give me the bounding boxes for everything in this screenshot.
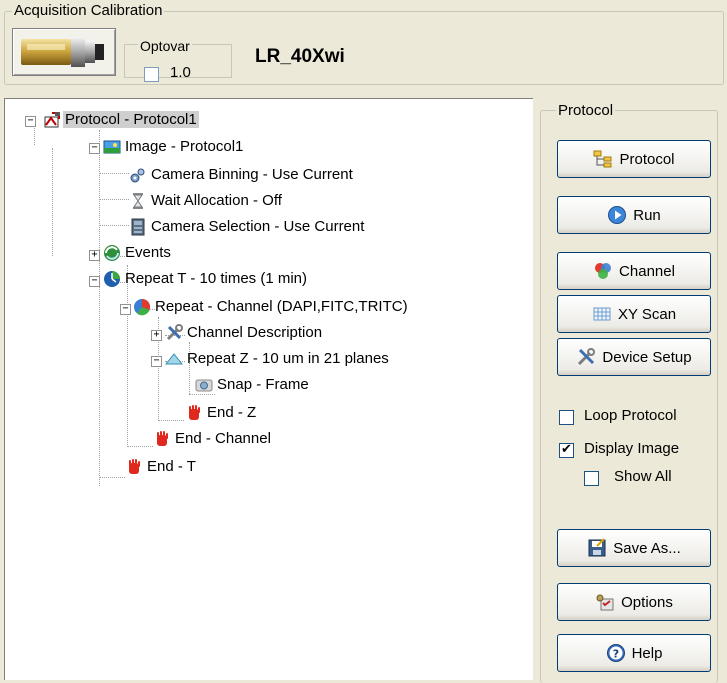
acquisition-calibration-title: Acquisition Calibration bbox=[12, 2, 165, 19]
tree-item-label: Repeat Z - 10 um in 21 planes bbox=[187, 350, 389, 367]
collapse-toggle-image[interactable]: − bbox=[89, 143, 100, 154]
collapse-toggle-repeat-channel[interactable]: − bbox=[120, 304, 131, 315]
options-button[interactable]: Options bbox=[557, 583, 711, 621]
hand-icon bbox=[129, 459, 140, 474]
protocol-icon bbox=[44, 112, 60, 128]
camera-icon bbox=[195, 379, 213, 392]
tree-item-end-z[interactable]: End - Z bbox=[185, 402, 258, 424]
grid-icon bbox=[593, 307, 611, 321]
tree-item-repeat-t[interactable]: Repeat T - 10 times (1 min) bbox=[103, 268, 309, 290]
expand-toggle-channel-description[interactable]: + bbox=[151, 330, 162, 341]
tree-item-label: Camera Selection - Use Current bbox=[151, 218, 365, 235]
tree-item-label: Image - Protocol1 bbox=[125, 138, 244, 155]
tools-icon bbox=[166, 324, 183, 341]
z-plane-icon bbox=[165, 353, 183, 365]
tree-item-snap-frame[interactable]: Snap - Frame bbox=[195, 374, 311, 396]
tree-item-label: End - Z bbox=[207, 404, 257, 421]
gears-icon bbox=[130, 168, 145, 183]
display-image-checkbox[interactable] bbox=[559, 441, 574, 458]
protocol-group-title: Protocol bbox=[556, 102, 616, 119]
device-setup-button-label: Device Setup bbox=[602, 348, 692, 366]
objective-lens-icon bbox=[21, 37, 104, 67]
play-icon bbox=[608, 206, 627, 224]
tree-item-repeat-z[interactable]: Repeat Z - 10 um in 21 planes bbox=[165, 348, 391, 370]
show-all-label: Show All bbox=[614, 468, 672, 485]
protocol-tree[interactable]: − − + − − + − Protocol - Protocol1 Image… bbox=[4, 98, 533, 680]
tree-item-label: Events bbox=[125, 244, 171, 261]
loop-protocol-checkbox[interactable] bbox=[559, 410, 574, 425]
hand-icon bbox=[157, 431, 168, 446]
collapse-toggle-repeat-t[interactable]: − bbox=[89, 276, 100, 287]
tree-item-label: Repeat T - 10 times (1 min) bbox=[125, 270, 308, 287]
hand-icon bbox=[189, 405, 200, 420]
camera-selection-icon bbox=[131, 218, 145, 236]
events-icon bbox=[104, 245, 120, 261]
tree-item-label: Protocol - Protocol1 bbox=[63, 111, 199, 128]
hourglass-icon bbox=[133, 193, 143, 209]
help-button[interactable]: ? Help bbox=[557, 634, 711, 672]
objective-button[interactable] bbox=[12, 28, 116, 76]
xy-scan-button-label: XY Scan bbox=[617, 305, 677, 323]
tree-item-label: Wait Allocation - Off bbox=[151, 192, 282, 209]
tree-item-image[interactable]: Image - Protocol1 bbox=[103, 136, 245, 158]
protocol-button[interactable]: Protocol bbox=[557, 140, 711, 178]
optovar-checkbox[interactable] bbox=[144, 67, 159, 82]
tree-item-label: Repeat - Channel (DAPI,FITC,TRITC) bbox=[155, 298, 408, 315]
save-icon bbox=[588, 538, 606, 557]
channel-button[interactable]: Channel bbox=[557, 252, 711, 290]
channel-pie-icon bbox=[134, 298, 151, 316]
options-icon bbox=[596, 594, 614, 611]
image-icon bbox=[103, 140, 121, 154]
run-button-label: Run bbox=[633, 206, 661, 224]
objective-name: LR_40Xwi bbox=[255, 46, 345, 67]
protocol-button-label: Protocol bbox=[619, 150, 675, 168]
tree-item-wait-allocation[interactable]: Wait Allocation - Off bbox=[129, 190, 284, 212]
tree-item-end-channel[interactable]: End - Channel bbox=[153, 428, 273, 450]
tree-item-label: End - T bbox=[147, 458, 196, 475]
optovar-value: 1.0 bbox=[170, 64, 191, 81]
tree-item-events[interactable]: Events bbox=[103, 242, 173, 264]
tree-item-repeat-channel[interactable]: Repeat - Channel (DAPI,FITC,TRITC) bbox=[133, 296, 410, 318]
svg-text:?: ? bbox=[612, 648, 618, 661]
loop-protocol-label: Loop Protocol bbox=[584, 407, 677, 424]
tree-item-end-t[interactable]: End - T bbox=[125, 456, 198, 478]
tree-item-label: Camera Binning - Use Current bbox=[151, 166, 353, 183]
optovar-label: Optovar bbox=[138, 38, 192, 54]
tree-item-label: Channel Description bbox=[187, 324, 323, 341]
tree-item-label: Snap - Frame bbox=[217, 376, 309, 393]
tree-item-camera-selection[interactable]: Camera Selection - Use Current bbox=[129, 216, 366, 238]
protocol-tree-icon bbox=[593, 150, 612, 168]
tree-item-channel-description[interactable]: Channel Description bbox=[165, 322, 324, 344]
rgb-channels-icon bbox=[595, 263, 612, 279]
save-as-button[interactable]: Save As... bbox=[557, 529, 711, 567]
run-button[interactable]: Run bbox=[557, 196, 711, 234]
collapse-toggle-protocol[interactable]: − bbox=[25, 116, 36, 127]
tree-item-protocol[interactable]: Protocol - Protocol1 bbox=[43, 109, 199, 131]
collapse-toggle-repeat-z[interactable]: − bbox=[151, 356, 162, 367]
show-all-checkbox[interactable] bbox=[584, 471, 599, 486]
help-icon: ? bbox=[606, 644, 625, 662]
display-image-label: Display Image bbox=[584, 440, 680, 457]
help-button-label: Help bbox=[631, 644, 663, 662]
expand-toggle-events[interactable]: + bbox=[89, 250, 100, 261]
xy-scan-button[interactable]: XY Scan bbox=[557, 295, 711, 333]
tree-item-camera-binning[interactable]: Camera Binning - Use Current bbox=[129, 164, 355, 186]
tree-item-label: End - Channel bbox=[175, 430, 271, 447]
tools-icon bbox=[578, 348, 596, 366]
save-as-button-label: Save As... bbox=[613, 539, 681, 557]
channel-button-label: Channel bbox=[619, 262, 675, 280]
options-button-label: Options bbox=[621, 593, 673, 611]
device-setup-button[interactable]: Device Setup bbox=[557, 338, 711, 376]
clock-globe-icon bbox=[104, 271, 120, 287]
